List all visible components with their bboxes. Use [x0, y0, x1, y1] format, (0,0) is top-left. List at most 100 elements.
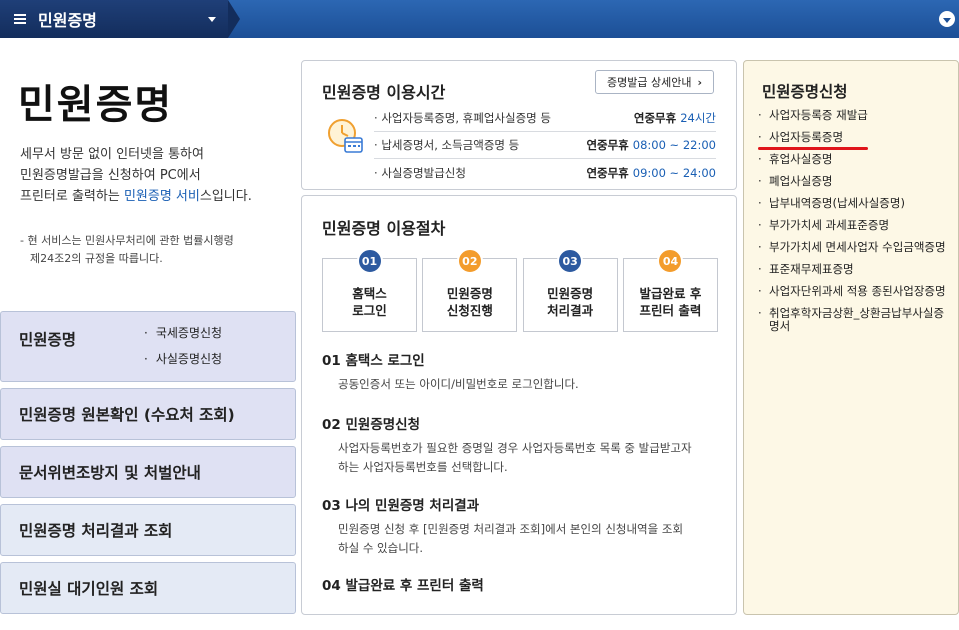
left-menu-label: 민원증명 처리결과 조회: [19, 522, 173, 540]
procedure-heading: 01 홈택스 로그인: [322, 353, 425, 369]
note-line: - 현 서비스는 민원사무처리에 관한 법률시행령: [20, 234, 234, 247]
hours-time: 연중무휴 09:00 ~ 24:00: [586, 165, 716, 181]
right-panel-title: 민원증명신청: [762, 83, 848, 101]
page-description: 세무서 방문 없이 인터넷을 통하여 민원증명발급을 신청하여 PC에서 프린터…: [20, 144, 290, 207]
procedure-text-line: 공동인증서 또는 아이디/비밀번호로 로그인합니다.: [338, 377, 579, 391]
procedure-panel: 민원증명 이용절차 01 홈택스로그인 02 민원증명신청진행 03 민원증명처…: [301, 195, 737, 615]
left-submenu: 국세증명신청 사실증명신청: [144, 325, 222, 377]
step-number-badge: 01: [356, 248, 383, 274]
hours-time: 연중무휴 24시간: [634, 110, 716, 126]
step-label-line: 홈택스: [352, 286, 387, 301]
step-number-badge: 04: [657, 248, 684, 274]
desc-line: 민원증명발급을 신청하여 PC에서: [20, 168, 201, 183]
submenu-fact-cert[interactable]: 사실증명신청: [144, 351, 222, 377]
hours-list: 사업자등록증명, 휴폐업사실증명 등 연중무휴24시간 납세증명서, 소득금액증…: [374, 105, 716, 186]
procedure-item: 03 나의 민원증명 처리결과 민원증명 신청 후 [민원증명 처리결과 조회]…: [322, 494, 722, 558]
step-label-line: 발급완료 후: [639, 286, 702, 301]
detail-guide-label: 증명발급 상세안내: [606, 76, 692, 89]
certificate-request-panel: 민원증명신청 사업자등록증 재발급 사업자등록증명 휴업사실증명 폐업사실증명 …: [743, 60, 959, 615]
procedure-item: 04 발급완료 후 프린터 출력: [322, 574, 722, 594]
procedure-text: 공동인증서 또는 아이디/비밀번호로 로그인합니다.: [338, 375, 722, 394]
cert-link-closure[interactable]: 폐업사실증명: [758, 175, 954, 189]
hours-row: 납세증명서, 소득금액증명 등 연중무휴08:00 ~ 22:00: [374, 132, 716, 159]
caret-down-icon: [208, 17, 216, 22]
note-line: 제24조2의 규정을 따릅니다.: [30, 252, 163, 265]
submenu-national-tax-cert[interactable]: 국세증명신청: [144, 325, 222, 351]
cert-link-student-loan[interactable]: 취업후학자금상환_상환금납부사실증명서: [758, 307, 954, 333]
step-label-line: 프린터 출력: [639, 303, 702, 318]
procedure-text: 사업자등록번호가 필요한 증명일 경우 사업자등록번호 목록 중 발급받고자하는…: [338, 439, 722, 477]
left-menu-original-check[interactable]: 민원증명 원본확인 (수요처 조회): [0, 388, 296, 440]
step-label: 발급완료 후프린터 출력: [640, 285, 702, 319]
step-label-line: 신청진행: [446, 303, 493, 318]
desc-text: 스입니다.: [199, 189, 252, 204]
legal-note: - 현 서비스는 민원사무처리에 관한 법률시행령 제24조2의 규정을 따릅니…: [20, 232, 280, 268]
step-label-line: 민원증명: [547, 286, 594, 301]
desc-line: 세무서 방문 없이 인터넷을 통하여: [20, 147, 204, 162]
left-menu-label: 민원증명: [19, 331, 77, 349]
expand-chevron-icon[interactable]: [939, 11, 955, 27]
hamburger-icon: [14, 14, 26, 24]
page-title: 민원증명: [18, 82, 174, 128]
procedure-heading: 02 민원증명신청: [322, 417, 421, 433]
step-label: 민원증명신청진행: [447, 285, 493, 319]
procedure-heading: 04 발급완료 후 프린터 출력: [322, 578, 484, 594]
left-menu-label: 민원실 대기인원 조회: [19, 580, 159, 598]
step-card: 02 민원증명신청진행: [422, 248, 518, 332]
left-menu-label: 문서위변조방지 및 처벌안내: [19, 464, 201, 482]
detail-guide-button[interactable]: 증명발급 상세안내 ›: [595, 70, 714, 94]
procedure-text-line: 민원증명 신청 후 [민원증명 처리결과 조회]에서 본인의 신청내역을 조회: [338, 522, 684, 536]
certificate-list: 사업자등록증 재발급 사업자등록증명 휴업사실증명 폐업사실증명 납부내역증명(…: [758, 109, 954, 342]
left-menu-label: 민원증명 원본확인 (수요처 조회): [19, 406, 235, 424]
hours-panel: 민원증명 이용시간 증명발급 상세안내 › 사업자등록증명, 휴폐업사실증명 등…: [301, 60, 737, 190]
hours-value: 09:00 ~ 24:00: [632, 165, 716, 180]
desc-highlight: 민원증명 서비: [123, 189, 200, 204]
step-label-line: 민원증명: [446, 286, 493, 301]
cert-link-tax-payment[interactable]: 납부내역증명(납세사실증명): [758, 197, 954, 211]
procedure-panel-title: 민원증명 이용절차: [322, 219, 446, 238]
step-number-badge: 02: [456, 248, 483, 274]
hours-value: 08:00 ~ 22:00: [632, 138, 716, 152]
procedure-item: 01 홈택스 로그인 공동인증서 또는 아이디/비밀번호로 로그인합니다.: [322, 349, 722, 394]
hours-row: 사실증명발급신청 연중무휴09:00 ~ 24:00: [374, 159, 716, 186]
hours-value: 24시간: [680, 111, 716, 125]
cert-link-closure-temporary[interactable]: 휴업사실증명: [758, 153, 954, 167]
step-label: 홈택스로그인: [352, 285, 387, 319]
left-menu-waiting-lookup[interactable]: 민원실 대기인원 조회: [0, 562, 296, 614]
hours-day: 연중무휴: [633, 111, 677, 125]
top-navigation-bar: 민원증명: [0, 0, 959, 38]
menu-tab-dropdown[interactable]: 민원증명: [0, 0, 240, 38]
hours-label: 사업자등록증명, 휴폐업사실증명 등: [374, 110, 551, 126]
cert-link-business-registration[interactable]: 사업자등록증명: [758, 131, 954, 145]
red-underline-annotation: [758, 147, 868, 150]
left-menu-forgery-prevention[interactable]: 문서위변조방지 및 처벌안내: [0, 446, 296, 498]
procedure-text-line: 사업자등록번호가 필요한 증명일 경우 사업자등록번호 목록 중 발급받고자: [338, 441, 692, 455]
left-menu-result-lookup[interactable]: 민원증명 처리결과 조회: [0, 504, 296, 556]
left-menu-civil-certificate[interactable]: 민원증명 국세증명신청 사실증명신청: [0, 311, 296, 382]
cert-link-vat-exempt-income[interactable]: 부가가치세 면세사업자 수입금액증명: [758, 241, 954, 255]
step-number-badge: 03: [557, 248, 584, 274]
procedure-text-line: 하는 사업자등록번호를 선택합니다.: [338, 460, 508, 474]
step-card: 04 발급완료 후프린터 출력: [622, 248, 718, 332]
step-card: 01 홈택스로그인: [322, 248, 417, 332]
hours-time: 연중무휴 08:00 ~ 22:00: [586, 137, 716, 153]
procedure-item: 02 민원증명신청 사업자등록번호가 필요한 증명일 경우 사업자등록번호 목록…: [322, 413, 722, 477]
hours-label: 납세증명서, 소득금액증명 등: [374, 137, 519, 153]
chevron-right-icon: ›: [697, 75, 702, 89]
cert-link-unit-taxation[interactable]: 사업자단위과세 적용 종된사업장증명: [758, 285, 954, 299]
step-label-line: 처리결과: [547, 303, 594, 318]
hours-day: 연중무휴: [586, 165, 629, 180]
procedure-heading: 03 나의 민원증명 처리결과: [322, 498, 480, 514]
clock-calendar-icon: [328, 119, 363, 153]
menu-tab-label: 민원증명: [38, 11, 97, 30]
step-label: 민원증명처리결과: [547, 285, 593, 319]
cert-link-financial-statement[interactable]: 표준재무제표증명: [758, 263, 954, 277]
desc-text: 프린터로 출력하는: [20, 189, 124, 204]
step-card: 03 민원증명처리결과: [522, 248, 618, 332]
desc-line: 프린터로 출력하는 민원증명 서비스입니다.: [20, 186, 290, 207]
cert-link-vat-base[interactable]: 부가가치세 과세표준증명: [758, 219, 954, 233]
cert-link-business-reissue[interactable]: 사업자등록증 재발급: [758, 109, 954, 123]
procedure-steps: 01 홈택스로그인 02 민원증명신청진행 03 민원증명처리결과 04 발급완…: [322, 248, 718, 332]
hours-label: 사실증명발급신청: [374, 165, 466, 181]
step-label-line: 로그인: [352, 303, 387, 318]
